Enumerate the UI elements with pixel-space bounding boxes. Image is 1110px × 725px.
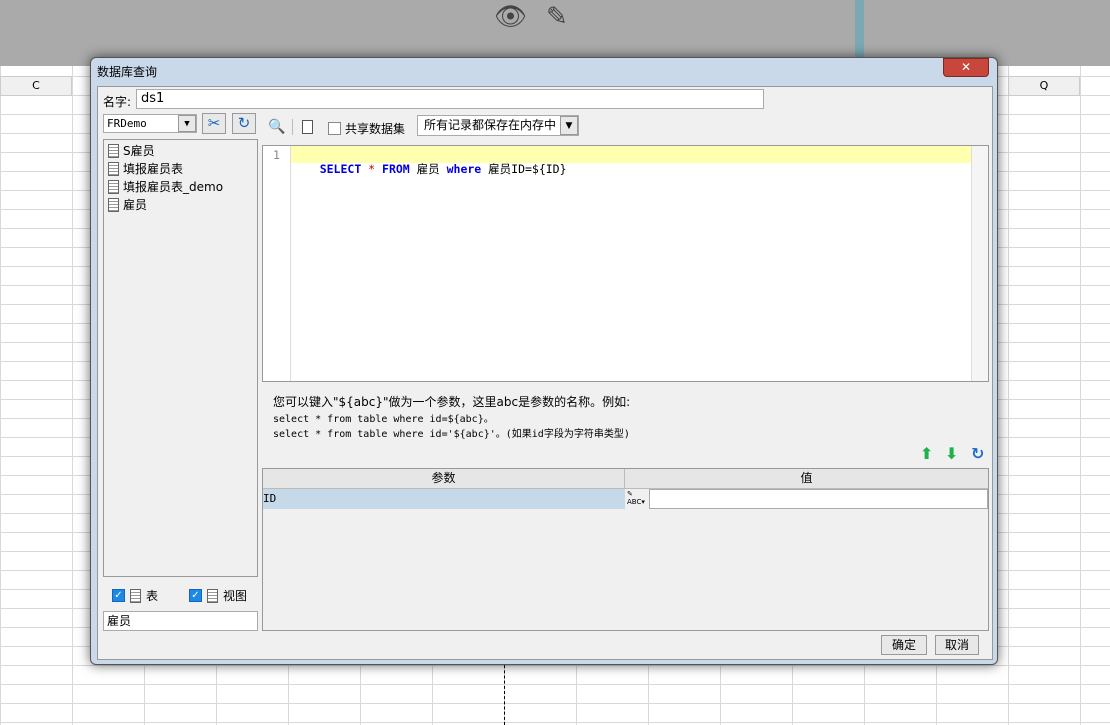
param-value-input[interactable] [649, 489, 988, 509]
sql-text: 雇员ID=${ID} [481, 162, 567, 176]
column-header-c[interactable]: C [0, 76, 72, 96]
eye-slash-icon[interactable]: 👁 [494, 2, 527, 32]
list-item[interactable]: 雇员 [104, 196, 257, 214]
chevron-down-icon[interactable]: ▼ [178, 115, 196, 132]
arrow-up-icon[interactable]: ⬆ [920, 444, 933, 463]
table-icon [108, 144, 119, 158]
chevron-down-icon[interactable]: ▼ [560, 116, 578, 135]
share-dataset-checkbox[interactable] [328, 122, 341, 135]
hint-line-2: select * from table where id=${abc}。 [273, 414, 494, 425]
table-list: S雇员 填报雇员表 填报雇员表_demo 雇员 [103, 139, 258, 577]
sql-line: SELECT * FROM 雇员 where 雇员ID=${ID} [291, 146, 971, 176]
refresh-button[interactable]: ↻ [232, 113, 256, 134]
database-query-dialog: 数据库查询 ✕ 名字: ds1 FRDemo ▼ ✂ ↻ S雇员 填报雇员表 填报… [90, 57, 998, 665]
list-item[interactable]: S雇员 [104, 142, 257, 160]
dialog-title: 数据库查询 [97, 65, 158, 79]
tools-icon: ✂ [207, 114, 221, 132]
connection-value: FRDemo [107, 117, 147, 130]
sql-operator: * [361, 162, 383, 176]
table-name: S雇员 [123, 144, 155, 158]
show-tables-label: 表 [146, 589, 159, 603]
show-views-label: 视图 [223, 589, 248, 603]
name-input[interactable]: ds1 [136, 89, 764, 109]
view-icon [207, 588, 218, 603]
refresh-icon: ↻ [237, 114, 251, 132]
page-break-line [504, 660, 505, 725]
refresh-params-icon[interactable]: ↻ [971, 444, 984, 463]
memory-mode-value: 所有记录都保存在内存中 [424, 118, 557, 132]
close-button[interactable]: ✕ [943, 58, 989, 77]
table-icon [108, 180, 119, 194]
arrow-down-icon[interactable]: ⬇ [945, 444, 958, 463]
sql-editor[interactable]: 1 SELECT * FROM 雇员 where 雇员ID=${ID} [262, 145, 989, 382]
sql-text: 雇员 [409, 162, 447, 176]
parameter-table: 参数 值 ID ✎ ABC▾ [262, 468, 989, 631]
list-item[interactable]: 填报雇员表_demo [104, 178, 257, 196]
table-name: 填报雇员表 [123, 162, 184, 176]
show-tables-checkbox[interactable]: ✓ [112, 589, 125, 602]
column-header-param: 参数 [263, 469, 625, 489]
sql-keyword: FROM [382, 162, 410, 176]
show-views-checkbox[interactable]: ✓ [189, 589, 202, 602]
preview-icon[interactable]: 🔍 [268, 119, 285, 135]
name-label: 名字: [103, 95, 132, 109]
line-number: 1 [263, 146, 291, 381]
table-filter-input[interactable]: 雇员 [103, 611, 258, 631]
editor-scrollbar[interactable] [971, 146, 988, 381]
sql-keyword: where [446, 162, 482, 176]
share-dataset-label: 共享数据集 [345, 122, 406, 136]
share-dataset-toggle[interactable]: 共享数据集 [328, 120, 405, 137]
column-header-value: 值 [625, 469, 988, 489]
list-item[interactable]: 填报雇员表 [104, 160, 257, 178]
pencil-icon[interactable]: ✎ [546, 2, 568, 32]
table-name: 填报雇员表_demo [123, 180, 224, 194]
hint-line-3: select * from table where id='${abc}'。(如… [273, 429, 630, 440]
cancel-button[interactable]: 取消 [935, 635, 979, 655]
table-icon [108, 162, 119, 176]
ok-button[interactable]: 确定 [881, 635, 927, 655]
table-name: 雇员 [123, 198, 148, 212]
type-abc-icon[interactable]: ✎ ABC▾ [627, 490, 645, 506]
table-icon [130, 588, 141, 603]
column-header-q[interactable]: Q [1008, 76, 1080, 96]
memory-mode-select[interactable]: 所有记录都保存在内存中 ▼ [417, 115, 579, 136]
show-views-toggle[interactable]: ✓ 视图 [189, 587, 247, 604]
sql-keyword: SELECT [319, 162, 362, 176]
show-tables-toggle[interactable]: ✓ 表 [112, 587, 158, 604]
table-icon [108, 198, 119, 212]
connection-select[interactable]: FRDemo ▼ [103, 114, 197, 133]
toolbar-divider [292, 119, 293, 135]
hint-line-1: 您可以键入"${abc}"做为一个参数，这里abc是参数的名称。例如: [273, 395, 631, 409]
connection-settings-button[interactable]: ✂ [202, 113, 226, 134]
param-name-cell[interactable]: ID [263, 489, 625, 509]
new-file-icon[interactable] [302, 120, 313, 134]
